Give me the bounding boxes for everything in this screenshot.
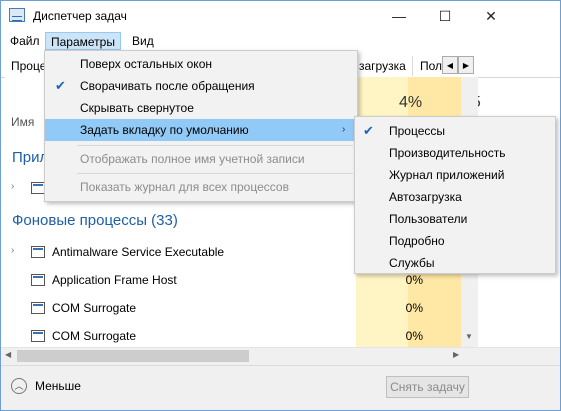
submenu-item-performance[interactable]: Производительность bbox=[355, 142, 555, 164]
footer-bar: ︿ Меньше Снять задачу bbox=[1, 365, 560, 410]
menu-item-label: Скрывать свернутое bbox=[80, 101, 194, 115]
submenu-item-services[interactable]: Службы bbox=[355, 252, 555, 274]
section-apps: Прил bbox=[12, 149, 49, 166]
menu-separator bbox=[77, 145, 353, 146]
maximize-button[interactable]: ☐ bbox=[422, 1, 468, 31]
menu-bar: Файл Параметры Вид bbox=[1, 31, 560, 51]
menu-item-label: Показать журнал для всех процессов bbox=[80, 180, 289, 194]
scroll-down-icon[interactable]: ▼ bbox=[465, 332, 473, 341]
expand-chevron-icon[interactable]: › bbox=[11, 245, 14, 256]
menu-item-minimize-on-use[interactable]: ✔ Сворачивать после обращения bbox=[45, 75, 357, 97]
tab-scroll-right-icon[interactable]: ▶ bbox=[458, 56, 474, 74]
window-title: Диспетчер задач bbox=[33, 9, 127, 23]
menu-separator bbox=[77, 173, 353, 174]
submenu-item-processes[interactable]: ✔ Процессы bbox=[355, 120, 555, 142]
menu-item-label: Поверх остальных окон bbox=[80, 57, 212, 71]
submenu-item-app-history[interactable]: Журнал приложений bbox=[355, 164, 555, 186]
menu-item-label: Журнал приложений bbox=[389, 168, 505, 182]
process-cpu: 0% bbox=[405, 301, 423, 315]
process-icon bbox=[31, 246, 45, 258]
menu-item-label: Производительность bbox=[389, 146, 506, 160]
process-name: Antimalware Service Executable bbox=[52, 245, 225, 259]
default-tab-submenu: ✔ Процессы Производительность Журнал при… bbox=[354, 116, 556, 274]
chevron-up-circle-icon[interactable]: ︿ bbox=[11, 378, 27, 394]
checkmark-icon: ✔ bbox=[363, 123, 374, 138]
menu-item-always-on-top[interactable]: Поверх остальных окон bbox=[45, 53, 357, 75]
submenu-arrow-icon: › bbox=[342, 124, 346, 135]
fewer-details-link[interactable]: Меньше bbox=[35, 379, 81, 393]
process-icon bbox=[31, 302, 45, 314]
task-manager-app-icon bbox=[9, 8, 25, 22]
process-name: COM Surrogate bbox=[52, 329, 137, 343]
menu-item-hide-when-minimized[interactable]: Скрывать свернутое bbox=[45, 97, 357, 119]
process-icon bbox=[31, 274, 45, 286]
tab-startup[interactable]: загрузка bbox=[353, 56, 413, 76]
process-cpu: 0% bbox=[405, 273, 423, 287]
options-menu: Поверх остальных окон ✔ Сворачивать посл… bbox=[44, 50, 358, 202]
menu-item-label: Сворачивать после обращения bbox=[80, 79, 255, 93]
submenu-item-users[interactable]: Пользователи bbox=[355, 208, 555, 230]
scroll-left-icon[interactable]: ◀ bbox=[5, 350, 11, 359]
menu-item-set-default-tab[interactable]: Задать вкладку по умолчанию › bbox=[45, 119, 357, 141]
section-background-processes: Фоновые процессы (33) bbox=[12, 212, 178, 229]
horizontal-scroll-thumb[interactable] bbox=[17, 350, 249, 362]
expand-chevron-icon[interactable]: › bbox=[11, 181, 14, 192]
menu-options[interactable]: Параметры bbox=[45, 32, 121, 50]
submenu-item-startup[interactable]: Автозагрузка bbox=[355, 186, 555, 208]
horizontal-scrollbar[interactable]: ◀ ▶ bbox=[1, 347, 560, 365]
menu-item-show-full-account-name: Отображать полное имя учетной записи bbox=[45, 148, 357, 170]
process-cpu: 0% bbox=[405, 329, 423, 343]
scroll-right-icon[interactable]: ▶ bbox=[453, 350, 459, 359]
menu-item-label: Процессы bbox=[389, 124, 446, 138]
menu-item-label: Автозагрузка bbox=[389, 190, 462, 204]
submenu-item-details[interactable]: Подробно bbox=[355, 230, 555, 252]
end-task-button[interactable]: Снять задачу bbox=[386, 376, 469, 398]
menu-item-label: Отображать полное имя учетной записи bbox=[80, 152, 305, 166]
menu-item-label: Подробно bbox=[389, 234, 445, 248]
checkmark-icon: ✔ bbox=[55, 78, 66, 93]
close-button[interactable]: ✕ bbox=[468, 1, 514, 31]
title-bar[interactable]: Диспетчер задач — ☐ ✕ bbox=[1, 1, 560, 31]
process-icon bbox=[31, 330, 45, 342]
cpu-total-percent: 4% bbox=[399, 94, 423, 111]
app-window-icon bbox=[31, 182, 45, 194]
process-name: Application Frame Host bbox=[52, 273, 177, 287]
menu-file[interactable]: Файл bbox=[5, 32, 45, 50]
menu-item-label: Службы bbox=[389, 256, 435, 270]
menu-item-label: Задать вкладку по умолчанию bbox=[80, 123, 249, 137]
column-header-name[interactable]: Имя bbox=[11, 115, 34, 129]
minimize-button[interactable]: — bbox=[376, 1, 422, 31]
menu-item-show-history-all: Показать журнал для всех процессов bbox=[45, 176, 357, 198]
menu-item-label: Пользователи bbox=[389, 212, 468, 226]
menu-view[interactable]: Вид bbox=[127, 32, 159, 50]
process-name: COM Surrogate bbox=[52, 301, 137, 315]
tab-scroll-left-icon[interactable]: ◀ bbox=[442, 56, 458, 74]
